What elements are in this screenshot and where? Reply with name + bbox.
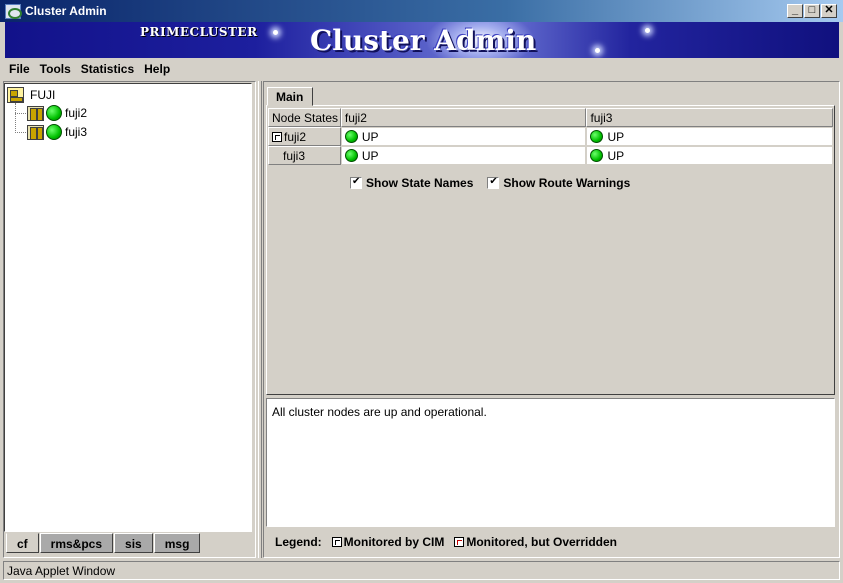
column-header-fuji2: fuji2	[340, 108, 587, 127]
grid-row-fuji3: fuji3 UP UP	[268, 146, 833, 165]
menu-bar: File Tools Statistics Help	[4, 60, 175, 80]
status-message: All cluster nodes are up and operational…	[272, 405, 487, 419]
tree-item-label: fuji3	[65, 125, 88, 139]
node-icon	[27, 105, 44, 121]
legend-title: Legend:	[275, 535, 322, 549]
tree-item-label: fuji2	[65, 106, 88, 120]
status-up-icon	[344, 130, 358, 143]
state-value: UP	[607, 148, 625, 163]
monitored-by-cim-icon	[272, 131, 282, 142]
cluster-tree	[4, 83, 252, 532]
column-header-fuji3: fuji3	[586, 108, 833, 127]
banner-star	[595, 48, 600, 53]
show-route-warnings-checkbox[interactable]	[487, 176, 500, 189]
panel-splitter[interactable]	[258, 81, 262, 558]
menu-statistics[interactable]: Statistics	[76, 60, 139, 78]
row-header-label: fuji2	[284, 129, 307, 144]
banner-star	[645, 28, 650, 33]
menu-help[interactable]: Help	[139, 60, 175, 78]
show-state-names-label: Show State Names	[366, 176, 474, 190]
brand-logo: PRIMECLUSTER	[140, 25, 258, 39]
menu-tools[interactable]: Tools	[35, 60, 76, 78]
window-title: Cluster Admin	[25, 4, 107, 18]
status-text: Java Applet Window	[7, 564, 116, 578]
tab-cf[interactable]: cf	[6, 533, 39, 553]
banner-star	[273, 30, 278, 35]
minimize-button[interactable]: _	[787, 4, 803, 18]
tab-rms-pcs[interactable]: rms&pcs	[39, 533, 114, 553]
state-value: UP	[361, 148, 379, 163]
banner-title: Cluster Admin	[310, 24, 537, 57]
message-area[interactable]: All cluster nodes are up and operational…	[266, 398, 835, 527]
legend-item-overridden: Monitored, but Overridden	[466, 535, 618, 549]
tree-connector	[15, 113, 26, 114]
state-cell[interactable]: UP	[586, 146, 833, 165]
row-header-fuji2: fuji2	[268, 127, 341, 146]
status-up-icon	[344, 149, 358, 162]
maximize-button[interactable]: □	[804, 4, 820, 18]
monitored-by-cim-icon	[331, 537, 342, 547]
show-route-warnings-label: Show Route Warnings	[503, 176, 631, 190]
tab-sis[interactable]: sis	[114, 533, 153, 553]
state-value: UP	[361, 129, 379, 144]
display-options: Show State Names Show Route Warnings	[350, 176, 630, 190]
status-up-icon	[46, 105, 62, 121]
tree-item-fuji[interactable]: FUJI	[7, 86, 55, 104]
show-state-names-checkbox[interactable]	[350, 176, 362, 189]
bottom-tab-bar: cf rms&pcs sis msg	[6, 533, 201, 553]
grid-row-fuji2: fuji2 UP UP	[268, 127, 833, 146]
node-states-grid: Node States fuji2 fuji3 fuji2 UP UP fuji…	[268, 108, 833, 165]
row-header-fuji3: fuji3	[268, 146, 341, 165]
state-cell[interactable]: UP	[586, 127, 833, 146]
menu-file[interactable]: File	[4, 60, 35, 78]
node-icon	[27, 124, 44, 140]
tab-main[interactable]: Main	[267, 87, 313, 106]
app-icon	[5, 4, 22, 19]
grid-corner-header: Node States	[268, 108, 341, 127]
row-header-label: fuji3	[283, 148, 306, 163]
banner: PRIMECLUSTER Cluster Admin	[5, 22, 839, 58]
tree-item-fuji2[interactable]: fuji2	[27, 104, 87, 122]
state-value: UP	[607, 129, 625, 144]
state-cell[interactable]: UP	[340, 146, 587, 165]
tab-msg[interactable]: msg	[153, 533, 201, 553]
tree-item-label: FUJI	[30, 88, 56, 102]
status-up-icon	[590, 130, 604, 143]
grid-header-row: Node States fuji2 fuji3	[268, 108, 833, 127]
tree-connector	[15, 103, 16, 133]
tree-item-fuji3[interactable]: fuji3	[27, 123, 87, 141]
monitored-overridden-icon	[454, 537, 465, 547]
status-up-icon	[46, 124, 62, 140]
close-button[interactable]: ✕	[821, 4, 837, 18]
status-up-icon	[590, 149, 604, 162]
tree-connector	[15, 132, 26, 133]
legend: Legend: Monitored by CIM Monitored, but …	[275, 535, 617, 549]
legend-item-cim: Monitored by CIM	[343, 535, 445, 549]
cluster-icon	[7, 87, 24, 103]
title-bar: Cluster Admin _ □ ✕	[0, 0, 843, 22]
status-bar: Java Applet Window	[3, 561, 840, 580]
state-cell[interactable]: UP	[340, 127, 587, 146]
